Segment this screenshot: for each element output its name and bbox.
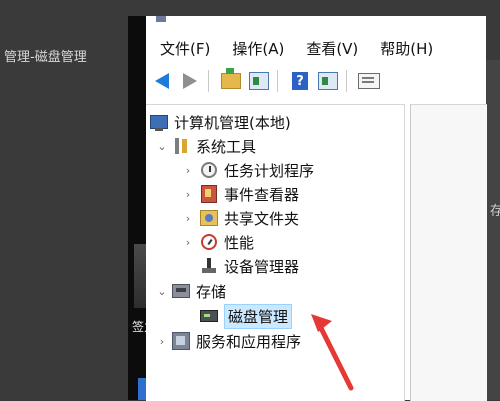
background-right-edge <box>486 60 500 400</box>
background-dark-edge <box>128 16 146 400</box>
performance-icon <box>200 233 218 251</box>
up-folder-icon <box>221 68 241 89</box>
menu-bar: 文件(F) 操作(A) 查看(V) 帮助(H) <box>146 34 486 62</box>
tree-node-services-applications[interactable]: › 服务和应用程序 <box>156 329 301 353</box>
show-hide-console-tree-icon <box>249 72 269 90</box>
expand-chevron-right-icon[interactable]: › <box>182 164 194 177</box>
storage-icon <box>172 282 190 300</box>
tree-node-event-viewer[interactable]: › 事件查看器 <box>182 182 299 206</box>
tree-node-storage[interactable]: ⌄ 存储 <box>156 279 226 303</box>
menu-action[interactable]: 操作(A) <box>232 38 284 59</box>
tree-node-label: 存储 <box>196 282 227 301</box>
show-hide-action-pane-icon <box>318 72 338 90</box>
expand-chevron-right-icon[interactable]: › <box>182 212 194 225</box>
tree-node-computer-management[interactable]: 计算机管理(本地) <box>150 110 291 134</box>
forward-arrow-icon <box>183 73 197 89</box>
back-arrow-icon <box>155 73 169 89</box>
toolbar-separator <box>208 70 209 92</box>
toolbar: ? <box>146 66 486 96</box>
computer-management-window: 文件(F) 操作(A) 查看(V) 帮助(H) ? 计算机管理(本地) ⌄ 系统… <box>146 16 487 401</box>
system-tools-icon <box>172 137 190 155</box>
menu-file[interactable]: 文件(F) <box>160 38 210 59</box>
tree-node-label: 计算机管理(本地) <box>174 113 291 132</box>
tree-node-label-selected: 磁盘管理 <box>224 303 293 329</box>
console-tree-pane: 计算机管理(本地) ⌄ 系统工具 › 任务计划程序 › 事件查看器 › 共享文件… <box>146 104 405 401</box>
shared-folder-icon <box>200 209 218 227</box>
expand-chevron-right-icon[interactable]: › <box>182 188 194 201</box>
result-pane-content <box>411 105 487 401</box>
tree-node-label: 事件查看器 <box>224 185 300 204</box>
disk-management-icon <box>200 307 218 325</box>
tree-node-label: 性能 <box>224 233 255 252</box>
computer-management-icon <box>150 113 168 131</box>
tree-node-label: 服务和应用程序 <box>196 332 302 351</box>
help-icon: ? <box>292 72 308 90</box>
tree-node-system-tools[interactable]: ⌄ 系统工具 <box>156 134 256 158</box>
properties-button[interactable] <box>357 69 381 93</box>
window-app-icon <box>156 16 166 22</box>
tree-node-label: 共享文件夹 <box>224 209 300 228</box>
clock-icon <box>200 161 218 179</box>
expand-chevron-right-icon[interactable]: › <box>182 236 194 249</box>
forward-button[interactable] <box>178 69 202 93</box>
tree-node-label: 系统工具 <box>196 137 257 156</box>
tree-node-device-manager[interactable]: 设备管理器 <box>200 254 299 278</box>
show-hide-action-pane-button[interactable] <box>316 69 340 93</box>
tree-node-task-scheduler[interactable]: › 任务计划程序 <box>182 158 314 182</box>
tree-node-label: 设备管理器 <box>224 257 300 276</box>
event-viewer-icon <box>200 185 218 203</box>
help-button[interactable]: ? <box>288 69 312 93</box>
expand-chevron-down-icon[interactable]: ⌄ <box>156 140 168 153</box>
up-one-level-button[interactable] <box>219 68 243 93</box>
background-window-title: 管理-磁盘管理 <box>4 50 87 65</box>
properties-list-icon <box>358 73 380 89</box>
back-button[interactable] <box>150 69 174 93</box>
tree-node-disk-management[interactable]: 磁盘管理 <box>200 303 293 329</box>
background-right-partial-text: 存 <box>490 204 500 219</box>
tree-node-shared-folders[interactable]: › 共享文件夹 <box>182 206 299 230</box>
toolbar-separator <box>346 70 347 92</box>
menu-help[interactable]: 帮助(H) <box>380 38 433 59</box>
device-manager-icon <box>200 257 218 275</box>
tree-node-performance[interactable]: › 性能 <box>182 230 254 254</box>
toolbar-separator <box>277 70 278 92</box>
services-icon <box>172 332 190 350</box>
result-pane <box>410 104 487 401</box>
show-hide-console-tree-button[interactable] <box>247 69 271 93</box>
expand-chevron-down-icon[interactable]: ⌄ <box>156 285 168 298</box>
title-bar[interactable] <box>146 16 486 34</box>
menu-view[interactable]: 查看(V) <box>306 38 358 59</box>
expand-chevron-right-icon[interactable]: › <box>156 335 168 348</box>
tree-node-label: 任务计划程序 <box>224 161 315 180</box>
